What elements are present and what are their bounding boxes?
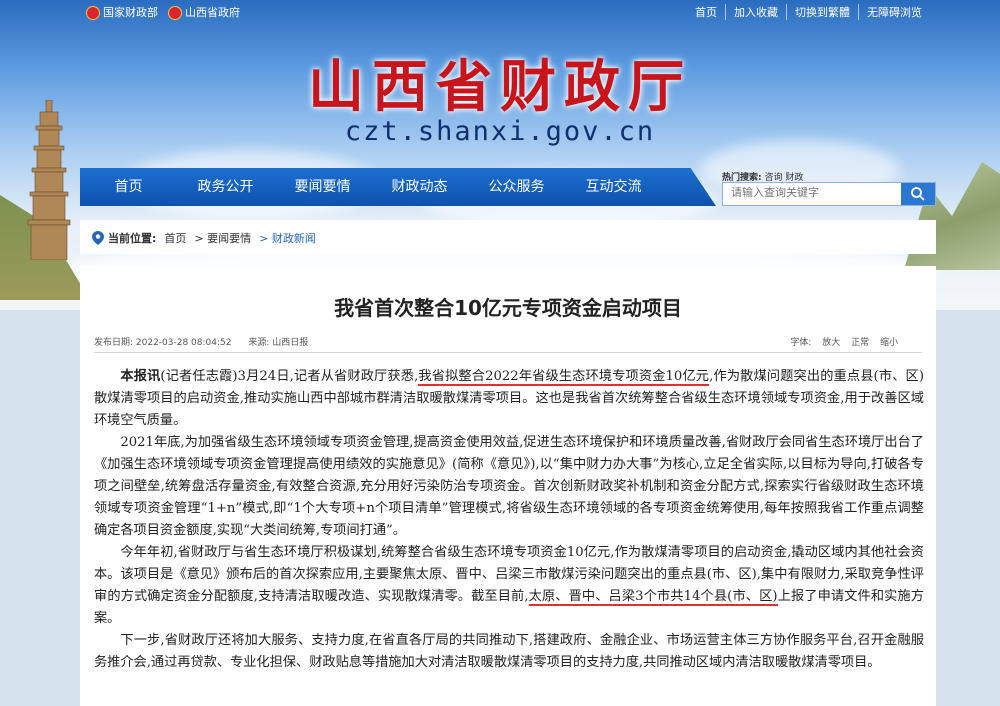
link-traditional-chinese[interactable]: 切换到繁體	[786, 4, 858, 20]
font-size-label: 字体:	[790, 338, 812, 348]
nav-interaction[interactable]: 互动交流	[565, 168, 662, 206]
national-emblem-icon	[168, 6, 182, 20]
publish-date: 发布日期: 2022-03-28 08:04:52	[94, 338, 232, 348]
font-normal-button[interactable]: 正常	[851, 338, 869, 348]
link-ministry-of-finance-label: 国家财政部	[103, 6, 158, 19]
paragraph-2: 2021年底,为加强省级生态环境领域专项资金管理,提高资金使用效益,促进生态环境…	[94, 435, 924, 538]
nav-government-affairs[interactable]: 政务公开	[177, 168, 274, 206]
link-ministry-of-finance[interactable]: 国家财政部	[86, 4, 158, 20]
search-input[interactable]	[729, 186, 903, 200]
font-smaller-button[interactable]: 缩小	[880, 338, 898, 348]
paragraph-3: 今年年初,省财政厅与省生态环境厅积极谋划,统筹整合省级生态环境专项资金10亿元,…	[94, 542, 924, 630]
breadcrumb-news[interactable]: > 要闻要情	[194, 230, 251, 246]
link-shanxi-government-label: 山西省政府	[185, 6, 240, 19]
paragraph-1-text-a: (记者任志霞)3月24日,记者从省财政厅获悉,	[160, 369, 419, 384]
nav-public-services[interactable]: 公众服务	[468, 168, 565, 206]
highlighted-text: 太原、晋中、吕梁3个市共14个县(市、区)	[528, 589, 778, 606]
link-add-favorite[interactable]: 加入收藏	[725, 4, 786, 20]
breadcrumb-home[interactable]: 首页	[164, 230, 186, 246]
paragraph-lead: 本报讯	[120, 369, 161, 384]
site-domain: czt.shanxi.gov.cn	[344, 116, 656, 147]
location-pin-icon	[92, 231, 104, 245]
link-home[interactable]: 首页	[687, 4, 725, 20]
paragraph-1: 本报讯(记者任志霞)3月24日,记者从省财政厅获悉,我省拟整合2022年省级生态…	[94, 366, 924, 432]
breadcrumb-label: 当前位置:	[108, 232, 157, 245]
top-utility-bar: 国家财政部 山西省政府 首页 加入收藏 切换到繁體 无障碍浏览	[0, 0, 1000, 22]
font-larger-button[interactable]: 放大	[822, 338, 840, 348]
article-meta: 发布日期: 2022-03-28 08:04:52 来源: 山西日报	[94, 335, 322, 348]
link-accessibility[interactable]: 无障碍浏览	[858, 4, 930, 20]
nav-home[interactable]: 首页	[80, 168, 177, 206]
link-shanxi-government[interactable]: 山西省政府	[168, 4, 240, 20]
article-panel: 我省首次整合10亿元专项资金启动项目 发布日期: 2022-03-28 08:0…	[80, 266, 936, 706]
search-icon	[911, 187, 925, 201]
paragraph-4: 下一步,省财政厅还将加大服务、支持力度,在省直各厅局的共同推动下,搭建政府、金融…	[94, 633, 924, 670]
font-size-controls: 字体: 放大 正常 缩小	[782, 335, 898, 348]
site-title: 山西省财政厅	[308, 54, 692, 120]
divider	[94, 352, 922, 353]
breadcrumb-finance-news[interactable]: > 财政新闻	[259, 230, 316, 246]
national-emblem-icon	[86, 6, 100, 20]
article-body: 本报讯(记者任志霞)3月24日,记者从省财政厅获悉,我省拟整合2022年省级生态…	[94, 366, 924, 674]
highlighted-text: 我省拟整合2022年省级生态环境专项资金10亿元	[418, 369, 710, 386]
nav-finance-updates[interactable]: 财政动态	[371, 168, 468, 206]
article-title: 我省首次整合10亿元专项资金启动项目	[334, 296, 682, 320]
search-box	[722, 182, 936, 206]
search-button[interactable]	[901, 183, 935, 205]
main-nav: 首页 政务公开 要闻要情 财政动态 公众服务 互动交流	[80, 168, 716, 206]
nav-news[interactable]: 要闻要情	[274, 168, 371, 206]
breadcrumb: 当前位置: 首页 > 要闻要情 > 财政新闻	[80, 220, 936, 254]
article-source: 来源: 山西日报	[248, 338, 309, 348]
